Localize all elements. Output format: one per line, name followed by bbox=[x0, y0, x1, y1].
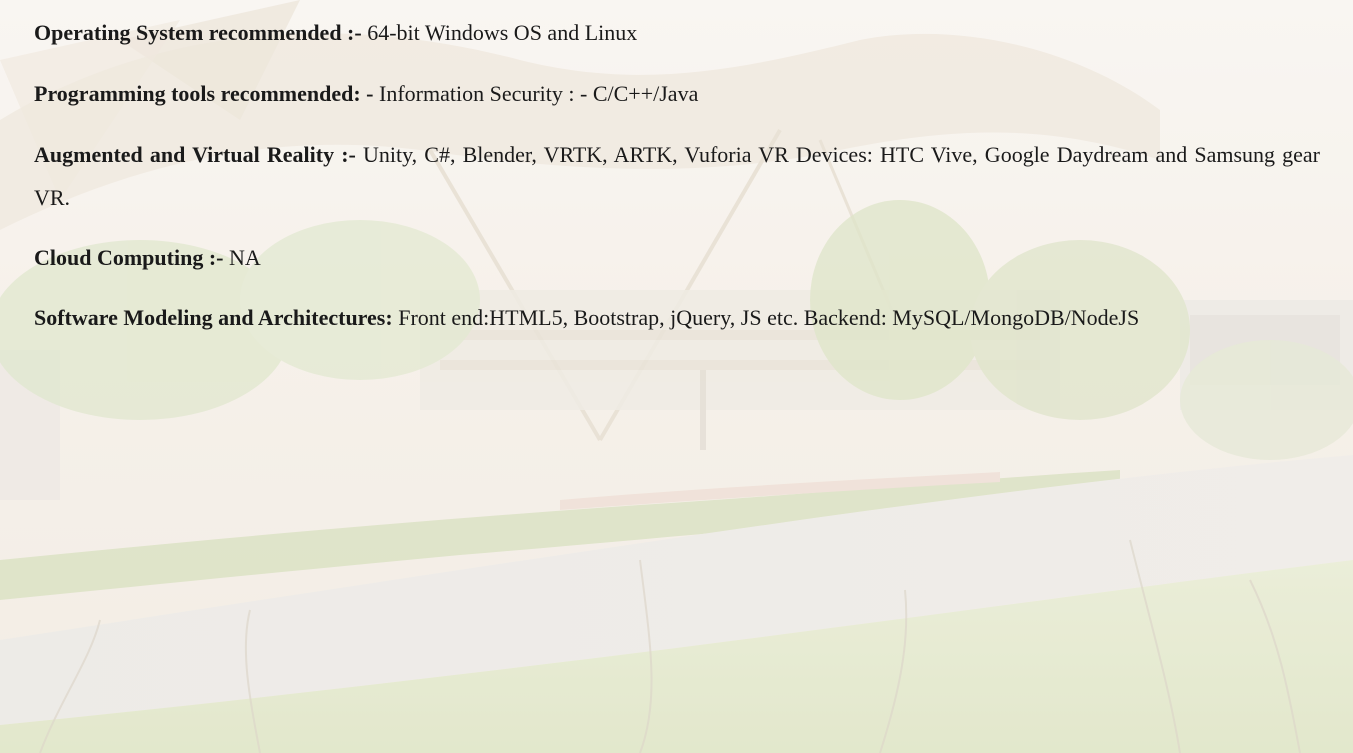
document-body: Operating System recommended :- 64-bit W… bbox=[0, 0, 1353, 753]
paragraph-heading: Augmented and Virtual Reality :- bbox=[34, 142, 356, 167]
paragraph-heading: Programming tools recommended: - bbox=[34, 81, 374, 106]
paragraph-text: NA bbox=[223, 245, 261, 270]
paragraph-heading: Cloud Computing :- bbox=[34, 245, 224, 270]
paragraph-cloud-computing: Cloud Computing :- NA bbox=[34, 236, 1320, 279]
paragraph-operating-system: Operating System recommended :- 64-bit W… bbox=[34, 11, 1320, 54]
paragraph-software-modeling: Software Modeling and Architectures: Fro… bbox=[34, 296, 1320, 339]
paragraph-heading: Software Modeling and Architectures: bbox=[34, 305, 393, 330]
paragraph-programming-tools: Programming tools recommended: - Informa… bbox=[34, 72, 1320, 115]
paragraph-text: Front end:HTML5, Bootstrap, jQuery, JS e… bbox=[392, 305, 1140, 330]
paragraph-augmented-virtual-reality: Augmented and Virtual Reality :- Unity, … bbox=[34, 133, 1320, 219]
paragraph-heading: Operating System recommended :- bbox=[34, 20, 362, 45]
paragraph-text: 64-bit Windows OS and Linux bbox=[361, 20, 638, 45]
paragraph-text: Information Security : - C/C++/Java bbox=[373, 81, 699, 106]
